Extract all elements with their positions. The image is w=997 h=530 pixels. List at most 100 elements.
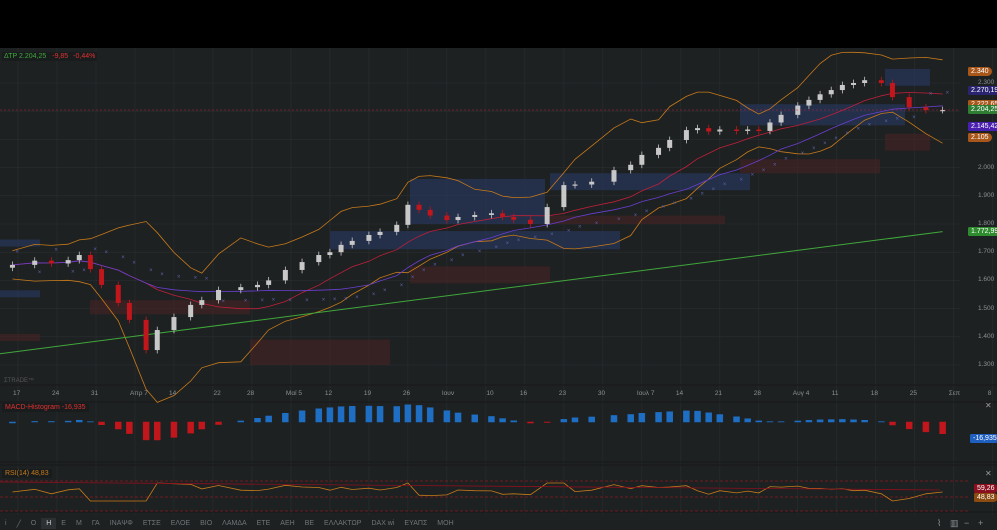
sar-mark: × [261,298,265,304]
date-tick: 28 [246,390,255,397]
toolbar-item[interactable]: Ο [26,518,41,529]
toolbar-item[interactable]: ΙΝΑΨΦ [105,518,138,529]
close-macd-icon[interactable]: ✕ [985,401,992,410]
toolbar-item[interactable]: Μ [71,518,87,529]
toolbar-item[interactable]: ΓΑ [87,518,105,529]
bar-chart-icon[interactable]: ▥ [950,518,959,529]
toolbar-item[interactable]: ΕΤΕ [252,518,276,529]
macd-bar [126,421,133,434]
sar-mark: × [567,228,571,234]
macd-bar [298,410,306,423]
candle-body [349,240,355,245]
toolbar-item[interactable]: ΑΕΗ [275,518,299,529]
sar-mark: × [912,115,916,121]
candle-body [143,319,149,351]
macd-bar [588,416,595,423]
candle-body [32,260,38,265]
candle-body [199,300,205,305]
date-tick: 24 [51,390,60,397]
sar-mark: × [689,197,693,203]
candle-body [472,214,478,217]
candle-body [628,164,634,171]
price-label: 2.105 [968,132,992,142]
macd-bar [365,405,373,423]
price-tick: 2.000 [978,163,995,171]
candle-body [923,107,929,111]
sar-mark: × [884,119,888,125]
price-chart[interactable]: × × × × × × × × × × × × × × × × × × × × × × × × × × × × × × × × × × × × × × × ×… [0,0,997,530]
toolbar-item[interactable]: Ε [56,518,71,529]
macd-bar [142,421,150,441]
zoom-out-icon[interactable]: − [964,518,969,528]
macd-bar [64,420,72,423]
rsi-axis-label: 48,83 [974,493,997,502]
sar-mark: × [288,298,292,304]
macd-bar [115,421,122,430]
sar-mark: × [272,298,276,304]
toolbar-item[interactable]: ΒΙΟ [195,518,217,529]
price-label: 2.270,19 [968,86,997,96]
candle-body [171,317,177,331]
toolbar-item[interactable]: ΛΑΜΔΑ [217,518,252,529]
sar-mark: × [38,270,42,276]
sar-mark: × [450,258,454,264]
zoom-in-icon[interactable]: + [978,518,983,528]
toolbar-item[interactable]: ΒΕ [300,518,319,529]
sma200-line [0,231,943,355]
macd-bar [265,415,272,423]
sar-mark: × [149,268,153,274]
candle-body [99,269,105,285]
price-label: 2.145,42 [968,121,997,131]
macd-name: MACD-Histogram [5,404,60,411]
toolbar-item[interactable]: Η [41,518,57,529]
macd-bar [76,419,83,423]
sar-mark: × [595,221,599,227]
sar-mark: × [82,268,86,274]
macd-bar [48,421,55,423]
candle-body [338,244,344,253]
candle-body [154,330,160,351]
zone-rect [0,333,40,342]
sar-mark: × [121,255,125,261]
price-tick: 1.800 [978,220,995,227]
candle-body [656,147,662,155]
candle-body [238,287,244,290]
macd-bar [755,420,763,423]
date-tick: 30 [597,390,606,397]
macd-bar [889,421,896,426]
zone-rect [740,104,905,126]
date-tick: 11 [831,390,839,397]
close-rsi-icon[interactable]: ✕ [985,469,992,478]
macd-bar [415,405,423,423]
sar-mark: × [834,136,838,142]
line-chart-icon[interactable]: ⌇ [937,518,941,529]
date-tick: 22 [213,390,221,397]
candle-body [427,209,433,216]
zone-rect [885,133,930,151]
toolbar-item[interactable]: ΜΟΗ [432,518,458,529]
sar-mark: × [105,250,109,256]
sar-mark: × [433,263,437,269]
macd-bar [705,412,712,423]
toolbar-item[interactable]: ΕΥΑΠΣ [399,518,432,529]
candle-body [405,204,411,225]
candle-body [561,185,567,208]
date-tick: Ιουλ 7 [636,390,655,397]
price-label: 2.204,25 [968,105,997,114]
toolbar-item[interactable]: DAX wi [366,518,399,529]
toolbar-item[interactable]: ΕΛΟΕ [166,518,195,529]
info-icon[interactable]: i [0,518,12,529]
sar-mark: × [478,249,482,255]
draw-line-icon[interactable]: ╱ [12,518,26,530]
candle-body [667,139,673,148]
date-tick: 17 [13,390,21,397]
macd-bar [499,418,506,423]
toolbar-item[interactable]: ΕΤΣΕ [138,518,166,529]
symbol-price: ΔΤΡ 2.204,25 [4,53,47,60]
sar-mark: × [550,232,554,238]
candle-body [316,255,322,263]
date-tick: 28 [753,390,762,397]
candle-body [87,255,93,270]
macd-bar [922,421,930,433]
toolbar-item[interactable]: ΕΛΛΑΚΤΩΡ [319,518,366,529]
